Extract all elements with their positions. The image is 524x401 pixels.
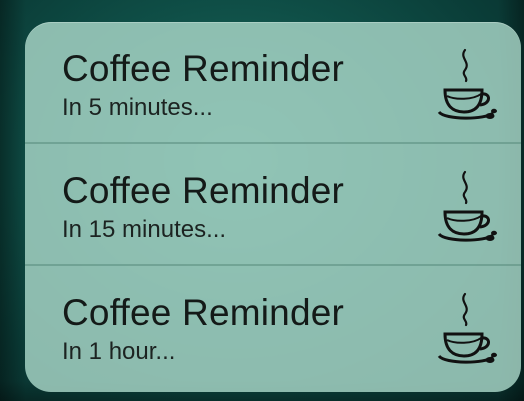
reminder-options-sheet: Coffee Reminder In 5 minutes... Coffee R…	[25, 22, 521, 392]
reminder-time: In 5 minutes...	[62, 94, 213, 121]
coffee-cup-icon	[435, 166, 499, 246]
reminder-title: Coffee Reminder	[62, 48, 345, 89]
reminder-title: Coffee Reminder	[62, 170, 345, 211]
reminder-title: Coffee Reminder	[62, 292, 345, 333]
coffee-cup-icon	[435, 44, 499, 124]
reminder-time: In 1 hour...	[62, 338, 176, 365]
reminder-option-15-minutes[interactable]: Coffee Reminder In 15 minutes...	[25, 144, 521, 266]
reminder-time: In 15 minutes...	[62, 216, 227, 243]
reminder-option-1-hour[interactable]: Coffee Reminder In 1 hour...	[25, 266, 521, 390]
coffee-cup-icon	[435, 288, 499, 368]
reminder-option-5-minutes[interactable]: Coffee Reminder In 5 minutes...	[25, 22, 521, 144]
